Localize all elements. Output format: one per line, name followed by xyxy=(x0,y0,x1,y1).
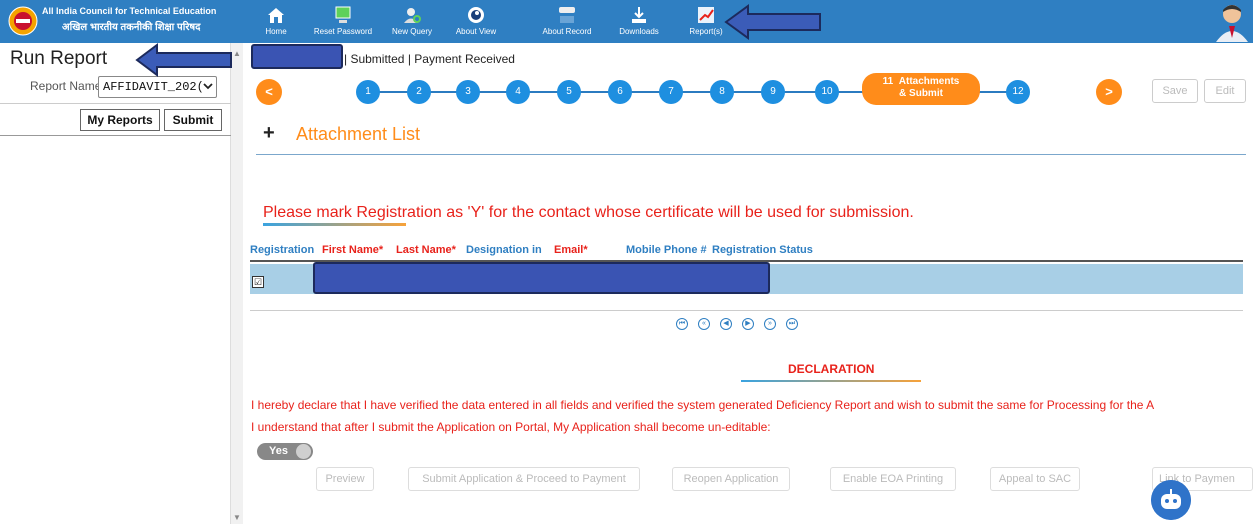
col-designation: Designation in xyxy=(466,244,542,256)
annotation-arrow-reports xyxy=(724,4,821,40)
col-registration: Registration xyxy=(250,244,315,256)
nav-reset-password-label: Reset Password xyxy=(313,27,373,36)
divider xyxy=(256,154,1246,155)
nav-new-query-label: New Query xyxy=(391,27,432,36)
nav-reports-label: Report(s) xyxy=(689,27,723,36)
step-12[interactable]: 12 xyxy=(1006,80,1030,104)
redacted-contact-data xyxy=(313,262,770,294)
step-next-button[interactable]: > xyxy=(1096,79,1122,105)
declaration-toggle[interactable]: Yes xyxy=(257,443,313,460)
divider xyxy=(0,103,231,104)
scroll-down-icon[interactable]: ▼ xyxy=(233,513,241,522)
nav-new-query[interactable]: New Query xyxy=(387,2,437,42)
appeal-to-sac-button[interactable]: Appeal to SAC xyxy=(990,467,1080,491)
step-4[interactable]: 4 xyxy=(506,80,530,104)
step-3[interactable]: 3 xyxy=(456,80,480,104)
warning-underline xyxy=(263,223,406,226)
redacted-application-id xyxy=(251,44,343,69)
nav-about-record-label: About Record xyxy=(542,27,592,36)
col-mobile-phone: Mobile Phone # xyxy=(626,244,707,256)
report-name-label: Report Name xyxy=(30,79,102,93)
eye-icon xyxy=(468,7,484,23)
annotation-arrow-left xyxy=(135,43,232,77)
next-block-icon[interactable]: » xyxy=(764,318,776,330)
col-email: Email* xyxy=(554,244,588,256)
declaration-text-2: I understand that after I submit the App… xyxy=(251,420,771,434)
col-registration-status: Registration Status xyxy=(712,244,813,256)
expand-plus-icon[interactable]: + xyxy=(263,122,275,145)
registration-warning: Please mark Registration as 'Y' for the … xyxy=(263,204,914,221)
submit-report-button[interactable]: Submit xyxy=(164,109,222,131)
next-page-icon[interactable]: ▶ xyxy=(742,318,754,330)
download-icon xyxy=(632,7,646,23)
user-search-icon xyxy=(404,8,421,23)
nav-reset-password[interactable]: Reset Password xyxy=(312,2,374,42)
nav-reports[interactable]: Report(s) xyxy=(684,2,728,42)
attachment-list-title: Attachment List xyxy=(296,124,421,144)
nav-downloads[interactable]: Downloads xyxy=(617,2,661,42)
edit-button[interactable]: Edit xyxy=(1204,79,1246,103)
prev-block-icon[interactable]: « xyxy=(698,318,710,330)
report-name-select[interactable]: AFFIDAVIT_202( xyxy=(98,76,217,98)
keyboard-icon xyxy=(559,7,575,23)
my-reports-button[interactable]: My Reports xyxy=(80,109,160,131)
user-avatar[interactable] xyxy=(1214,2,1250,42)
nav-about-record[interactable]: About Record xyxy=(538,2,596,42)
declaration-title: DECLARATION xyxy=(788,362,875,376)
nav-about-view[interactable]: About View xyxy=(454,2,498,42)
run-report-title: Run Report xyxy=(10,48,108,69)
step-9[interactable]: 9 xyxy=(761,80,785,104)
step-8[interactable]: 8 xyxy=(710,80,734,104)
contacts-table-header: Registration First Name* Last Name* Desi… xyxy=(250,242,1243,262)
step-prev-button[interactable]: < xyxy=(256,79,282,105)
divider xyxy=(250,310,1243,311)
save-button[interactable]: Save xyxy=(1152,79,1198,103)
report-chart-icon xyxy=(698,7,714,23)
report-name-value: AFFIDAVIT_202( xyxy=(103,80,204,94)
step-11-number: 11 xyxy=(882,76,894,87)
brand-english: All India Council for Technical Educatio… xyxy=(42,6,217,16)
page: All India Council for Technical Educatio… xyxy=(0,0,1253,524)
step-1[interactable]: 1 xyxy=(356,80,380,104)
monitor-icon xyxy=(335,6,351,23)
preview-button[interactable]: Preview xyxy=(316,467,374,491)
nav-home-label: Home xyxy=(265,27,287,36)
declaration-underline xyxy=(741,380,921,382)
brand-hindi: अखिल भारतीय तकनीकी शिक्षा परिषद xyxy=(62,22,201,33)
step-6[interactable]: 6 xyxy=(608,80,632,104)
nav-about-view-label: About View xyxy=(455,27,497,36)
step-5[interactable]: 5 xyxy=(557,80,581,104)
application-status-text: | Submitted | Payment Received xyxy=(344,52,515,66)
last-page-icon[interactable]: ⏭ xyxy=(786,318,798,330)
divider xyxy=(0,135,231,136)
submit-and-pay-button[interactable]: Submit Application & Proceed to Payment xyxy=(408,467,640,491)
step-11-label-2: & Submit xyxy=(899,88,943,99)
enable-eoa-printing-button[interactable]: Enable EOA Printing xyxy=(830,467,956,491)
first-page-icon[interactable]: ⏮ xyxy=(676,318,688,330)
col-last-name: Last Name* xyxy=(396,244,456,256)
step-7[interactable]: 7 xyxy=(659,80,683,104)
top-nav-bar: All India Council for Technical Educatio… xyxy=(0,0,1253,43)
nav-downloads-label: Downloads xyxy=(619,27,659,36)
toggle-label: Yes xyxy=(269,445,288,457)
step-11-attachments-submit[interactable]: 11 Attachments & Submit xyxy=(862,73,980,105)
step-11-label-1: Attachments xyxy=(898,76,960,87)
chatbot-icon[interactable] xyxy=(1151,480,1191,520)
declaration-text-1: I hereby declare that I have verified th… xyxy=(251,398,1155,412)
toggle-knob xyxy=(296,444,311,459)
step-2[interactable]: 2 xyxy=(407,80,431,104)
run-report-panel: Run Report Report Name AFFIDAVIT_202( My… xyxy=(0,43,231,524)
step-10[interactable]: 10 xyxy=(815,80,839,104)
nav-home[interactable]: Home xyxy=(262,2,290,42)
prev-page-icon[interactable]: ◀ xyxy=(720,318,732,330)
chevron-down-icon xyxy=(203,83,213,90)
left-panel-scrollbar[interactable]: ▲ ▼ xyxy=(231,43,243,524)
home-icon xyxy=(268,8,284,23)
reopen-application-button[interactable]: Reopen Application xyxy=(672,467,790,491)
registration-checkbox[interactable]: ☑ xyxy=(252,276,264,288)
aicte-logo xyxy=(8,6,38,36)
col-first-name: First Name* xyxy=(322,244,384,256)
